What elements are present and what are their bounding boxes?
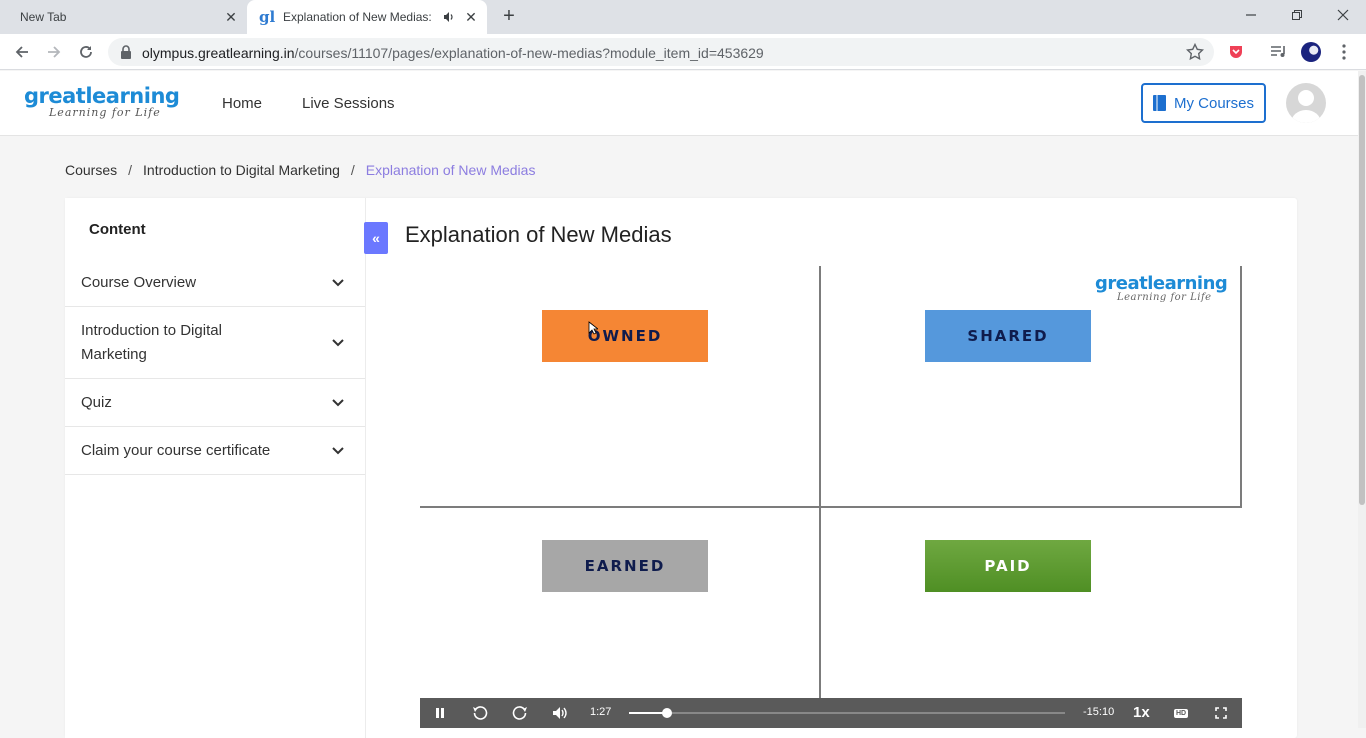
breadcrumb-separator: / bbox=[128, 162, 133, 178]
greatlearning-logo[interactable]: greatlearning Learning for Life bbox=[24, 84, 180, 119]
tab-title: Explanation of New Medias: Learning bbox=[283, 10, 433, 24]
breadcrumb-current: Explanation of New Medias bbox=[365, 162, 536, 178]
restore-icon[interactable] bbox=[1274, 0, 1320, 30]
lock-icon bbox=[121, 45, 131, 59]
chrome-menu-icon[interactable] bbox=[1334, 42, 1354, 62]
earned-media-label: EARNED bbox=[542, 540, 708, 592]
video-player[interactable]: greatlearning Learning for Life OWNED SH… bbox=[420, 266, 1242, 728]
progress-thumb[interactable] bbox=[661, 708, 672, 718]
sidebar-item-label: Course Overview bbox=[81, 274, 197, 291]
scrollbar-thumb[interactable] bbox=[1359, 75, 1365, 505]
breadcrumb-separator: / bbox=[350, 162, 355, 178]
sidebar-item-label: Quiz bbox=[81, 394, 112, 411]
tab-active[interactable]: gl Explanation of New Medias: Learning ✕ bbox=[247, 0, 487, 34]
sidebar-item-certificate[interactable]: Claim your course certificate bbox=[65, 427, 365, 475]
video-logo-tagline: Learning for Life bbox=[1117, 292, 1212, 303]
volume-icon[interactable] bbox=[550, 703, 570, 723]
tab-title: New Tab bbox=[20, 10, 67, 24]
bookmark-star-icon[interactable] bbox=[1186, 43, 1204, 61]
logo-wordmark: greatlearning bbox=[24, 84, 180, 108]
pause-icon[interactable] bbox=[430, 703, 450, 723]
url-text: olympus.greatlearning.in/courses/11107/p… bbox=[142, 45, 764, 61]
logo-tagline: Learning for Life bbox=[49, 106, 161, 119]
chevron-down-icon bbox=[332, 279, 344, 287]
sidebar-item-label: Introduction to Digital Marketing bbox=[81, 322, 222, 363]
remaining-time: -15:10 bbox=[1083, 706, 1115, 718]
collapse-sidebar-button[interactable]: « bbox=[364, 222, 388, 254]
fullscreen-icon[interactable] bbox=[1211, 703, 1231, 723]
video-logo-wordmark: greatlearning bbox=[1095, 273, 1228, 294]
breadcrumb-courses[interactable]: Courses bbox=[65, 162, 117, 178]
reload-icon[interactable] bbox=[74, 40, 98, 64]
close-icon[interactable]: ✕ bbox=[223, 9, 239, 25]
sidebar-item-quiz[interactable]: Quiz bbox=[65, 379, 365, 427]
chevron-down-icon bbox=[332, 399, 344, 407]
playback-speed-button[interactable]: 1x bbox=[1133, 704, 1150, 721]
video-frame-edge bbox=[1240, 266, 1242, 508]
owned-media-label: OWNED bbox=[542, 310, 708, 362]
breadcrumb-course[interactable]: Introduction to Digital Marketing bbox=[143, 162, 340, 178]
hd-label: HD bbox=[1173, 708, 1189, 718]
shared-media-label: SHARED bbox=[925, 310, 1091, 362]
book-icon bbox=[1153, 95, 1166, 111]
sidebar-heading: Content bbox=[89, 221, 146, 238]
user-avatar[interactable] bbox=[1286, 83, 1326, 123]
browser-tab-strip: New Tab ✕ gl Explanation of New Medias: … bbox=[0, 0, 1366, 34]
close-icon[interactable]: ✕ bbox=[463, 9, 479, 25]
progress-slider[interactable] bbox=[629, 708, 1065, 718]
paid-media-label: PAID bbox=[925, 540, 1091, 592]
sidebar-item-course-overview[interactable]: Course Overview bbox=[65, 260, 365, 307]
close-window-icon[interactable] bbox=[1320, 0, 1366, 30]
tab-new-tab[interactable]: New Tab ✕ bbox=[0, 0, 247, 34]
greatlearning-favicon-icon: gl bbox=[259, 8, 276, 26]
rewind-icon[interactable] bbox=[470, 703, 490, 723]
chevron-down-icon bbox=[332, 339, 344, 347]
my-courses-label: My Courses bbox=[1174, 94, 1255, 112]
current-time: 1:27 bbox=[590, 706, 612, 718]
minimize-icon[interactable] bbox=[1228, 0, 1274, 30]
nav-home-link[interactable]: Home bbox=[222, 95, 262, 112]
fast-forward-icon[interactable] bbox=[510, 703, 530, 723]
my-courses-button[interactable]: My Courses bbox=[1141, 83, 1266, 123]
nav-live-sessions-link[interactable]: Live Sessions bbox=[302, 95, 395, 112]
speaker-icon[interactable] bbox=[443, 11, 455, 23]
pocket-extension-icon[interactable] bbox=[1226, 42, 1246, 62]
url-path: /courses/11107/pages/explanation-of-new-… bbox=[294, 45, 764, 61]
browser-toolbar: olympus.greatlearning.in/courses/11107/p… bbox=[0, 34, 1366, 70]
forward-icon[interactable] bbox=[42, 40, 66, 64]
media-controls-icon[interactable] bbox=[1269, 42, 1289, 62]
sidebar-item-label: Claim your course certificate bbox=[81, 442, 271, 459]
new-tab-button[interactable]: + bbox=[498, 5, 520, 27]
back-icon[interactable] bbox=[10, 40, 34, 64]
video-controls-bar: 1:27 -15:10 1x HD bbox=[420, 698, 1242, 728]
mouse-cursor-icon bbox=[588, 321, 598, 335]
hd-quality-icon[interactable]: HD bbox=[1171, 703, 1191, 723]
video-watermark-logo: greatlearning Learning for Life bbox=[1095, 273, 1228, 303]
page-scrollbar[interactable] bbox=[1358, 71, 1366, 728]
page-title: Explanation of New Medias bbox=[405, 222, 672, 247]
site-header: greatlearning Learning for Life Home Liv… bbox=[0, 71, 1358, 136]
double-chevron-left-icon: « bbox=[372, 230, 380, 246]
sidebar-item-introduction[interactable]: Introduction to Digital Marketing bbox=[65, 307, 365, 379]
url-host: olympus.greatlearning.in bbox=[142, 45, 295, 61]
profile-avatar-icon[interactable] bbox=[1301, 42, 1321, 62]
content-sidebar: Content Course Overview Introduction to … bbox=[65, 198, 366, 738]
chevron-down-icon bbox=[332, 447, 344, 455]
quadrant-divider-horizontal bbox=[420, 506, 1242, 508]
address-bar[interactable]: olympus.greatlearning.in/courses/11107/p… bbox=[108, 38, 1214, 66]
breadcrumb: Courses / Introduction to Digital Marketin… bbox=[65, 162, 535, 178]
quadrant-divider-vertical bbox=[819, 266, 821, 728]
